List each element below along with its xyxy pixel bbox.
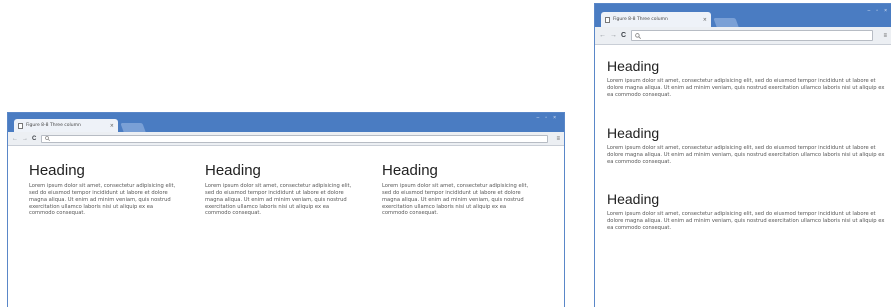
close-window-icon[interactable]: × [553, 115, 556, 121]
browser-window-narrow: Figure 8-8 Three column × – ▫ × ← → C ≡ … [594, 3, 891, 307]
forward-button[interactable]: → [610, 32, 617, 39]
back-button[interactable]: ← [599, 32, 606, 39]
minimize-icon[interactable]: – [868, 8, 871, 14]
section-body: Lorem ipsum dolor sit amet, consectetur … [607, 211, 885, 231]
maximize-icon[interactable]: ▫ [876, 8, 878, 14]
close-window-icon[interactable]: × [884, 8, 887, 14]
section-heading: Heading [607, 191, 660, 207]
column-1: Heading Lorem ipsum dolor sit amet, cons… [29, 163, 177, 217]
column-heading: Heading [29, 162, 85, 179]
tab-title: Figure 8-8 Three column [26, 123, 81, 128]
section-body: Lorem ipsum dolor sit amet, consectetur … [607, 78, 885, 98]
page-icon [18, 122, 23, 129]
column-2: Heading Lorem ipsum dolor sit amet, cons… [205, 163, 353, 217]
menu-icon[interactable]: ≡ [556, 136, 560, 142]
back-button[interactable]: ← [12, 136, 18, 142]
column-body: Lorem ipsum dolor sit amet, consectetur … [382, 183, 529, 217]
close-tab-icon[interactable]: × [110, 123, 114, 129]
column-body: Lorem ipsum dolor sit amet, consectetur … [205, 183, 352, 217]
page-icon [605, 16, 610, 23]
page-content: Heading Lorem ipsum dolor sit amet, cons… [8, 146, 564, 307]
address-bar[interactable] [631, 30, 874, 41]
search-icon [45, 136, 51, 141]
column-heading: Heading [382, 162, 438, 179]
window-controls: – ▫ × [537, 115, 556, 121]
menu-icon[interactable]: ≡ [883, 33, 887, 39]
browser-tab[interactable]: Figure 8-8 Three column × [601, 12, 711, 27]
browser-toolbar: ← → C ≡ [595, 27, 891, 45]
browser-tab[interactable]: Figure 8-8 Three column × [14, 119, 118, 132]
section-2: Heading Lorem ipsum dolor sit amet, cons… [607, 125, 889, 166]
maximize-icon[interactable]: ▫ [545, 115, 547, 121]
column-heading: Heading [205, 162, 261, 179]
reload-button[interactable]: C [621, 32, 626, 39]
title-bar: Figure 8-8 Three column × – ▫ × [8, 113, 564, 132]
section-3: Heading Lorem ipsum dolor sit amet, cons… [607, 191, 889, 232]
address-bar[interactable] [41, 134, 549, 143]
section-body: Lorem ipsum dolor sit amet, consectetur … [607, 145, 885, 165]
forward-button[interactable]: → [22, 136, 28, 142]
window-controls: – ▫ × [868, 8, 887, 14]
browser-toolbar: ← → C ≡ [8, 132, 564, 146]
minimize-icon[interactable]: – [537, 115, 540, 121]
reload-button[interactable]: C [32, 136, 36, 142]
tab-title: Figure 8-8 Three column [613, 17, 668, 22]
new-tab-button[interactable] [713, 18, 739, 27]
section-1: Heading Lorem ipsum dolor sit amet, cons… [607, 58, 889, 99]
new-tab-button[interactable] [120, 123, 146, 132]
close-tab-icon[interactable]: × [703, 17, 707, 23]
title-bar: Figure 8-8 Three column × – ▫ × [595, 4, 891, 27]
search-icon [635, 32, 642, 39]
page-content: Heading Lorem ipsum dolor sit amet, cons… [595, 45, 891, 307]
column-3: Heading Lorem ipsum dolor sit amet, cons… [382, 163, 530, 217]
browser-window-wide: Figure 8-8 Three column × – ▫ × ← → C ≡ … [7, 112, 565, 307]
section-heading: Heading [607, 125, 660, 141]
column-body: Lorem ipsum dolor sit amet, consectetur … [29, 183, 176, 217]
section-heading: Heading [607, 58, 660, 74]
